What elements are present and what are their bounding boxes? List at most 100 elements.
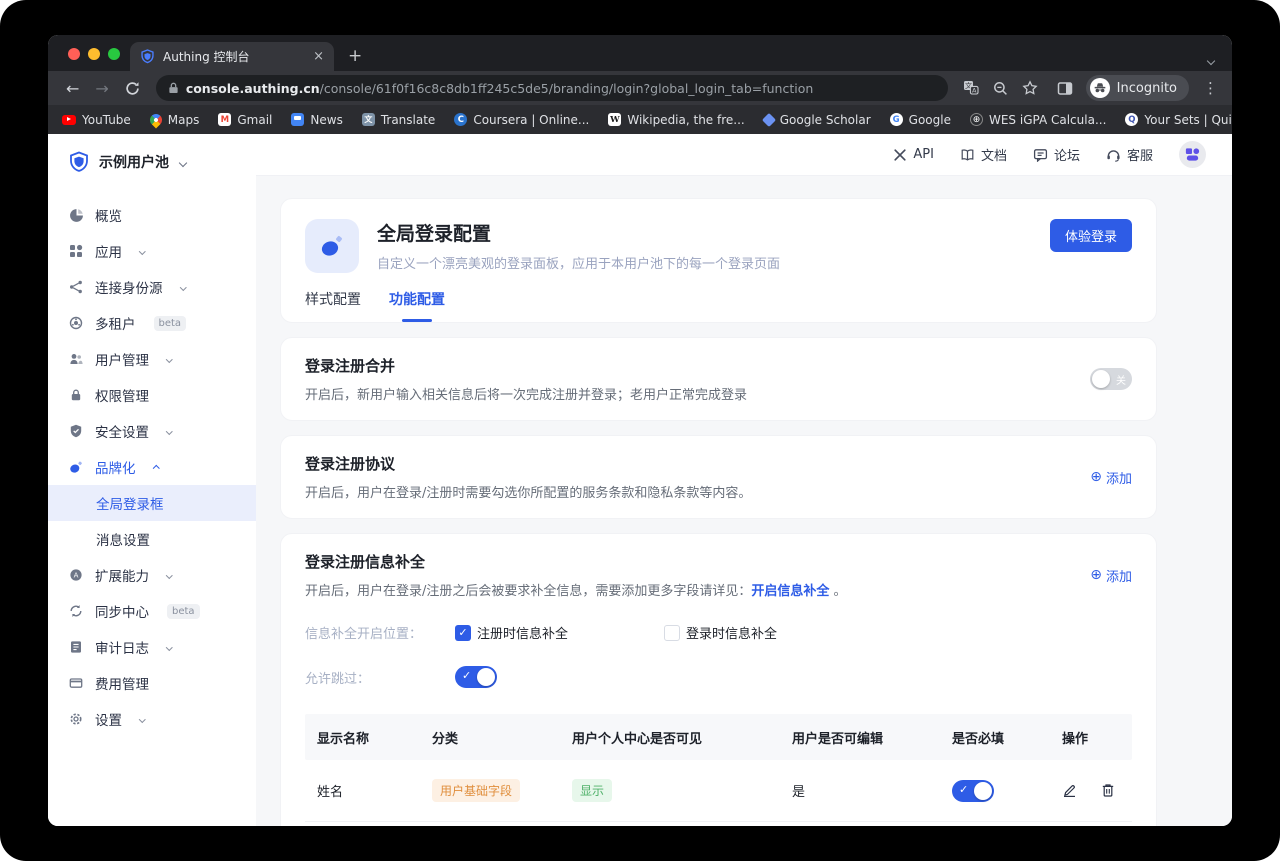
bookmark-wes[interactable]: ⊕WES iGPA Calcula... — [970, 113, 1106, 127]
bookmark-star-icon[interactable] — [1022, 80, 1038, 96]
sidebar-item-security[interactable]: 安全设置 — [48, 413, 256, 449]
svg-text:A: A — [74, 572, 79, 580]
tab-search-chevron-icon[interactable] — [1208, 49, 1214, 68]
chevron-down-icon — [180, 151, 186, 170]
checkbox-login-completion[interactable]: 登录时信息补全 — [664, 623, 777, 642]
address-bar[interactable]: console.authing.cn /console/61f0f16c8c8d… — [156, 75, 948, 101]
tenant-icon — [68, 315, 84, 331]
shield-check-icon — [68, 423, 84, 439]
sidebar-item-user-management[interactable]: 用户管理 — [48, 341, 256, 377]
bookmark-coursera[interactable]: CCoursera | Online... — [454, 113, 589, 127]
browser-toolbar: ← → console.authing.cn /console/61f0f16c… — [48, 71, 1232, 105]
checkbox-unchecked-icon[interactable] — [664, 625, 680, 641]
bookmark-news[interactable]: News — [291, 113, 342, 127]
bookmark-translate[interactable]: 文Translate — [362, 113, 436, 127]
tab-close-icon[interactable]: × — [313, 49, 324, 64]
edit-pencil-icon[interactable] — [1062, 783, 1077, 798]
checkbox-register-completion[interactable]: ✓ 注册时信息补全 — [455, 623, 568, 642]
new-tab-button[interactable]: + — [348, 43, 362, 69]
top-navbar: API 文档 论坛 客服 — [256, 134, 1232, 176]
sidebar-item-extensions[interactable]: A 扩展能力 — [48, 557, 256, 593]
open-info-completion-link[interactable]: 开启信息补全 — [751, 584, 829, 599]
page-content: 全局登录配置 自定义一个漂亮美观的登录面板，应用于本用户池下的每一个登录页面 体… — [256, 176, 1232, 826]
tab-style-config[interactable]: 样式配置 — [305, 289, 361, 322]
bookmark-google-scholar[interactable]: Google Scholar — [764, 113, 871, 127]
sidebar-item-overview[interactable]: 概览 — [48, 197, 256, 233]
topnav-support[interactable]: 客服 — [1106, 145, 1153, 164]
incognito-icon — [1090, 78, 1110, 98]
back-icon[interactable]: ← — [58, 79, 87, 98]
maximize-window-button[interactable] — [108, 48, 120, 60]
avatar-logo-icon — [1184, 146, 1201, 163]
bookmark-maps[interactable]: Maps — [150, 113, 200, 127]
url-host: console.authing.cn — [186, 81, 320, 96]
sidebar-item-applications[interactable]: 应用 — [48, 233, 256, 269]
chevron-down-icon — [167, 566, 172, 582]
protocol-add-button[interactable]: ⊕ 添加 — [1090, 468, 1132, 487]
bookmarks-bar: YouTube Maps MGmail News 文Translate CCou… — [48, 105, 1232, 134]
allow-skip-toggle-on[interactable]: ✓ — [455, 666, 497, 688]
sidebar-subitem-global-login[interactable]: 全局登录框 — [48, 485, 256, 521]
checkbox-checked-icon[interactable]: ✓ — [455, 625, 471, 641]
sidebar-item-sync-center[interactable]: 同步中心 beta — [48, 593, 256, 629]
zoom-search-icon[interactable] — [993, 81, 1008, 96]
merge-login-register-card: 登录注册合并 开启后，新用户输入相关信息后将一次完成注册并登录；老用户正常完成登… — [280, 337, 1157, 421]
quizlet-icon: Q — [1125, 113, 1138, 126]
topnav-forum[interactable]: 论坛 — [1033, 145, 1080, 164]
page-subtitle: 自定义一个漂亮美观的登录面板，应用于本用户池下的每一个登录页面 — [377, 253, 1032, 272]
google-icon: G — [890, 113, 903, 126]
browser-menu-icon[interactable]: ⋮ — [1195, 79, 1222, 97]
bookmark-google[interactable]: GGoogle — [890, 113, 951, 127]
sync-icon — [68, 603, 84, 619]
sidebar-menu: 概览 应用 连接身份源 多租户 beta — [48, 187, 256, 737]
merge-toggle-off[interactable]: 关 — [1090, 368, 1132, 390]
headset-icon — [1106, 148, 1121, 162]
api-tools-icon — [893, 148, 907, 162]
info-completion-card: 登录注册信息补全 开启后，用户在登录/注册之后会被要求补全信息，需要添加更多字段… — [280, 533, 1157, 826]
bookmark-wikipedia[interactable]: WWikipedia, the fre... — [608, 113, 744, 127]
users-icon — [68, 351, 84, 367]
userpool-selector[interactable]: 示例用户池 — [48, 134, 256, 187]
tab-title: Authing 控制台 — [163, 48, 305, 65]
coursera-icon: C — [454, 113, 467, 126]
chevron-up-icon — [154, 458, 159, 474]
col-user-editable: 用户是否可编辑 — [780, 728, 940, 747]
reload-icon[interactable] — [117, 81, 148, 96]
page-title: 全局登录配置 — [377, 219, 1032, 246]
minimize-window-button[interactable] — [88, 48, 100, 60]
credit-card-icon — [68, 675, 84, 691]
allow-skip-row: 允许跳过： ✓ — [305, 666, 1132, 688]
side-panel-icon[interactable] — [1057, 81, 1073, 96]
sidebar: 示例用户池 概览 应用 连接身份源 — [48, 134, 256, 826]
sidebar-item-branding[interactable]: 品牌化 — [48, 449, 256, 485]
sidebar-item-billing[interactable]: 费用管理 — [48, 665, 256, 701]
delete-trash-icon[interactable] — [1101, 783, 1115, 798]
table-header-row: 显示名称 分类 用户个人中心是否可见 用户是否可编辑 是否必填 操作 — [305, 714, 1132, 760]
browser-tab-authing[interactable]: Authing 控制台 × — [130, 42, 334, 71]
sidebar-item-permissions[interactable]: 权限管理 — [48, 377, 256, 413]
gmail-icon: M — [218, 113, 231, 126]
url-path: /console/61f0f16c8c8db1ff245c5de5/brandi… — [320, 81, 814, 96]
tab-function-config[interactable]: 功能配置 — [389, 289, 445, 322]
bookmark-quizlet[interactable]: QYour Sets | Quizlet — [1125, 113, 1232, 127]
bookmark-gmail[interactable]: MGmail — [218, 113, 272, 127]
topnav-docs[interactable]: 文档 — [960, 145, 1007, 164]
forward-icon[interactable]: → — [87, 79, 116, 98]
sidebar-subitem-message-settings[interactable]: 消息设置 — [48, 521, 256, 557]
close-window-button[interactable] — [68, 48, 80, 60]
sidebar-item-identity-sources[interactable]: 连接身份源 — [48, 269, 256, 305]
user-avatar[interactable] — [1179, 141, 1206, 168]
plus-circle-icon: ⊕ — [1090, 470, 1102, 484]
bookmark-youtube[interactable]: YouTube — [62, 113, 131, 127]
completion-add-button[interactable]: ⊕ 添加 — [1090, 566, 1132, 585]
translate-icon[interactable]: 文A — [963, 80, 979, 96]
required-toggle-on[interactable]: ✓ — [952, 780, 994, 802]
sidebar-item-settings[interactable]: 设置 — [48, 701, 256, 737]
topnav-api[interactable]: API — [893, 147, 934, 162]
screenshot-frame: Authing 控制台 × + ← → console.authing.cn /… — [0, 0, 1280, 861]
userpool-shield-icon — [68, 151, 90, 173]
chevron-down-icon — [167, 638, 172, 654]
try-login-button[interactable]: 体验登录 — [1050, 219, 1132, 252]
sidebar-item-multitenant[interactable]: 多租户 beta — [48, 305, 256, 341]
sidebar-item-audit-logs[interactable]: 审计日志 — [48, 629, 256, 665]
